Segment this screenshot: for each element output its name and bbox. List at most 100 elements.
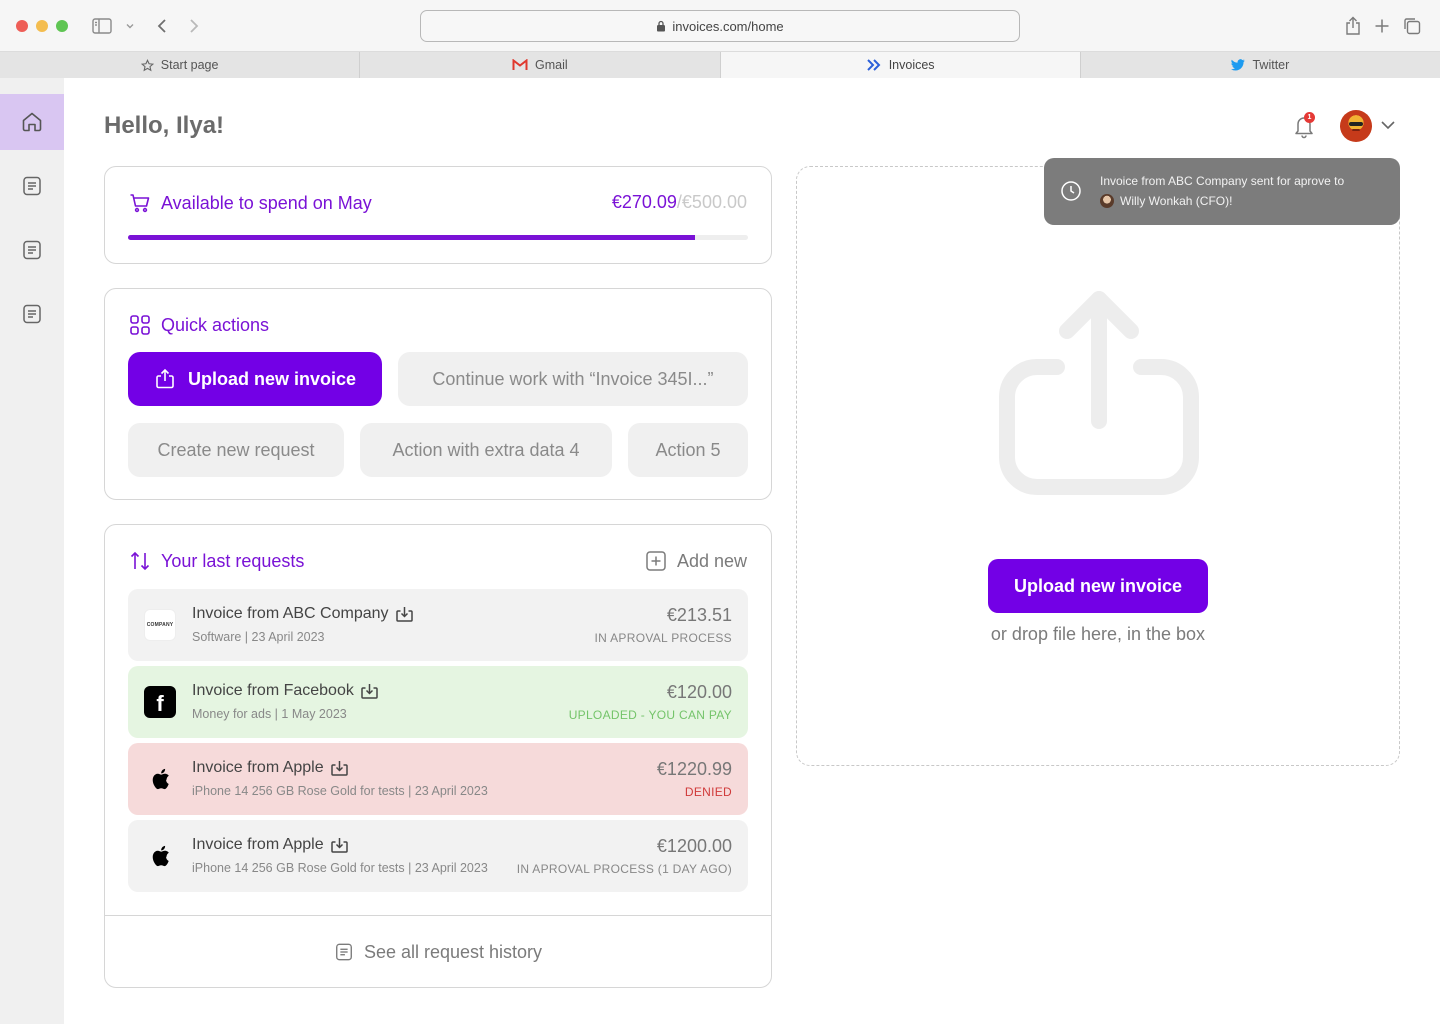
continue-work-button[interactable]: Continue work with “Invoice 345I...” [398,352,748,406]
add-new-label: Add new [676,550,747,571]
download-icon[interactable] [360,682,379,700]
sidebar-item-home[interactable] [0,94,64,150]
recipient-avatar [1100,194,1114,208]
request-title-text: Invoice from Apple [192,836,324,853]
request-title-text: Invoice from Facebook [192,682,354,699]
sidebar-item-documents-1[interactable] [0,158,64,214]
share-icon[interactable] [1342,14,1364,38]
new-tab-icon[interactable] [1371,14,1393,38]
upload-invoice-button[interactable]: Upload new invoice [128,352,382,406]
request-title: Invoice from Apple [192,836,349,854]
action-5-label: Action 5 [655,439,721,460]
request-amount: €1200.00 [656,836,732,856]
create-request-button[interactable]: Create new request [128,423,344,477]
request-row[interactable]: Invoice from Apple iPhone 14 256 GB Rose… [128,743,748,815]
budget-total: /€500.00 [676,192,747,212]
abc-company-logo-text: COMPANY [146,622,174,628]
budget-card: Available to spend on May €270.09/€500.0… [104,166,772,264]
address-bar[interactable]: invoices.com/home [420,10,1020,42]
toast-recipient: Willy Wonkah (CFO)! [1100,194,1232,208]
facebook-logo-text: f [156,691,164,716]
dropzone-hint: or drop file here, in the box [990,624,1206,644]
request-row[interactable]: COMPANY Invoice from ABC Company Softwar… [128,589,748,661]
request-title: Invoice from Facebook [192,682,379,700]
continue-work-label: Continue work with “Invoice 345I...” [432,368,714,389]
document-icon [335,943,352,961]
download-icon[interactable] [330,836,349,854]
apple-logo-icon [144,840,176,872]
invoice-dropzone[interactable]: Upload new invoice or drop file here, in… [796,166,1400,766]
notification-badge: 1 [1304,112,1315,123]
budget-progress-bar [128,235,748,240]
chevron-down-icon[interactable] [1379,118,1397,132]
apple-logo-icon [144,763,176,795]
tab-label: Twitter [1252,58,1290,72]
see-history-label: See all request history [363,941,543,962]
last-requests-title: Your last requests [129,550,304,572]
request-subtitle: iPhone 14 256 GB Rose Gold for tests | 2… [192,784,488,798]
budget-spent: €270.09 [611,192,677,212]
invoices-logo-icon [866,59,881,71]
document-icon [23,304,41,324]
home-icon [22,112,42,132]
grid-icon [130,315,150,335]
request-amount: €120.00 [666,682,732,702]
facebook-logo: f [144,686,176,718]
avatar[interactable] [1340,110,1372,142]
lock-icon [657,20,666,32]
star-icon [140,58,154,71]
chevron-down-icon[interactable] [122,14,138,38]
quick-actions-title: Quick actions [129,314,269,336]
add-new-request-button[interactable]: Add new [645,550,747,572]
tab-start-page[interactable]: Start page [0,52,361,78]
action-4-button[interactable]: Action with extra data 4 [360,423,612,477]
request-row[interactable]: Invoice from Apple iPhone 14 256 GB Rose… [128,820,748,892]
page-title: Hello, Ilya! [104,112,225,139]
create-request-label: Create new request [157,439,315,460]
budget-label: Available to spend on May [161,192,372,213]
url-text: invoices.com/home [672,18,784,34]
tab-invoices[interactable]: Invoices [720,52,1081,78]
request-title: Invoice from Apple [192,759,349,777]
close-window-button[interactable] [16,20,28,32]
upload-icon [999,291,1199,495]
last-requests-card: Your last requests Add new COMPANY Invoi… [104,524,772,988]
request-row[interactable]: f Invoice from Facebook Money for ads | … [128,666,748,738]
tab-label: Start page [160,58,219,72]
sidebar-item-documents-2[interactable] [0,222,64,278]
tab-label: Invoices [888,58,935,72]
maximize-window-button[interactable] [56,20,68,32]
request-status: DENIED [684,785,732,799]
tab-gmail[interactable]: Gmail [360,52,721,78]
browser-toolbar: invoices.com/home [0,0,1440,52]
tab-twitter[interactable]: Twitter [1080,52,1440,78]
see-history-button[interactable]: See all request history [105,916,771,988]
tab-label: Gmail [535,58,568,72]
notification-toast[interactable]: Invoice from ABC Company sent for aprove… [1044,158,1400,225]
clock-icon [1061,181,1081,201]
request-subtitle: iPhone 14 256 GB Rose Gold for tests | 2… [192,861,488,875]
plus-square-icon [646,551,666,571]
budget-title: Available to spend on May [129,192,372,214]
minimize-window-button[interactable] [36,20,48,32]
budget-progress-fill [128,235,696,240]
budget-amount: €270.09/€500.00 [612,192,747,213]
sort-arrows-icon [130,551,150,571]
last-requests-label: Your last requests [161,550,305,571]
sidebar-toggle-icon[interactable] [90,14,114,38]
download-icon[interactable] [330,759,349,777]
back-arrow-icon[interactable] [150,14,174,38]
sidebar-item-documents-3[interactable] [0,286,64,342]
gmail-icon [512,59,528,70]
twitter-icon [1231,59,1246,71]
dropzone-upload-button[interactable]: Upload new invoice [988,559,1208,613]
download-icon[interactable] [395,605,414,623]
upload-invoice-label: Upload new invoice [187,368,357,389]
action-5-button[interactable]: Action 5 [628,423,748,477]
quick-actions-card: Quick actions Upload new invoice Continu… [104,288,772,500]
request-title-text: Invoice from Apple [192,759,324,776]
request-title-text: Invoice from ABC Company [192,605,389,622]
tab-overview-icon[interactable] [1401,14,1423,38]
document-icon [23,176,41,196]
forward-arrow-icon[interactable] [182,14,206,38]
